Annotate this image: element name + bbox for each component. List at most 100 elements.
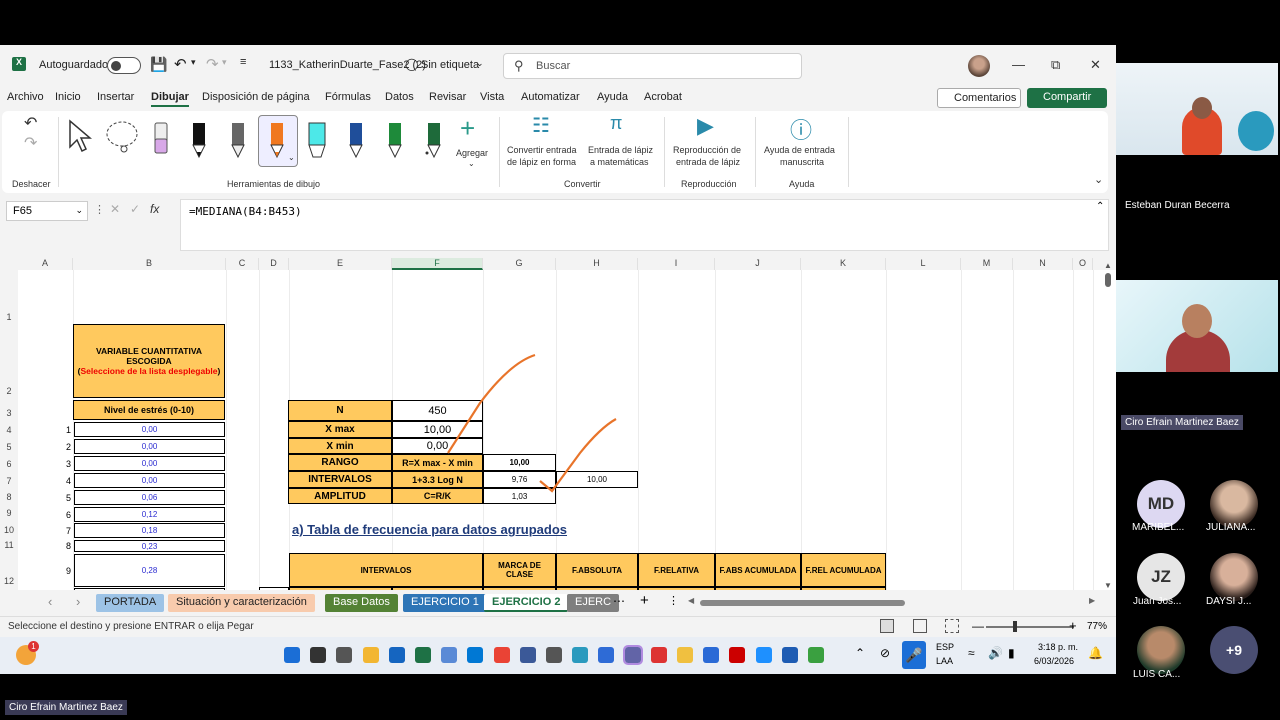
tab-inicio[interactable]: Inicio [55, 91, 81, 103]
lasso-select-icon[interactable] [104, 119, 140, 153]
value-cell[interactable]: 0,23 [74, 540, 225, 552]
app-icon[interactable] [441, 647, 458, 663]
file-name[interactable]: 1133_KatherinDuarte_Fase2 (2) [269, 59, 426, 71]
table-header-cell[interactable]: INTERVALOS [289, 553, 483, 587]
undo-icon[interactable]: ↶ [24, 113, 37, 133]
app-icon[interactable] [755, 647, 772, 663]
language-code[interactable]: ESP [936, 642, 954, 652]
row-header-12[interactable]: 12 [0, 576, 18, 588]
undo-dropdown-icon[interactable]: ▾ [191, 57, 196, 68]
row-index-cell[interactable]: 1 [18, 422, 73, 437]
more-icon[interactable]: ⋮ [668, 594, 679, 607]
column-header-a[interactable]: A [18, 258, 73, 270]
notifications-icon[interactable]: 🔔 [1088, 646, 1103, 660]
clock-time[interactable]: 3:18 p. m. [1038, 642, 1078, 652]
column-header-o[interactable]: O [1073, 258, 1093, 270]
redo-icon[interactable]: ↷ [24, 133, 37, 153]
chevron-down-icon[interactable]: ⌄ [476, 58, 484, 69]
eraser-icon[interactable] [150, 119, 172, 159]
sheet-tab[interactable]: EJERCICIO 2 [484, 594, 569, 612]
chevron-down-icon[interactable]: ⌄ [288, 153, 295, 162]
chevron-up-icon[interactable]: ⌃ [1096, 201, 1104, 212]
more-sheets-icon[interactable]: ⋯ [613, 594, 625, 608]
ink-to-math-label-1[interactable]: Entrada de lápiz [588, 145, 653, 155]
microphone-icon[interactable]: 🎤 [902, 641, 926, 669]
task-view-icon[interactable] [336, 647, 353, 663]
row-header-8[interactable]: 8 [0, 492, 18, 504]
tab-formulas[interactable]: Fórmulas [325, 91, 371, 103]
stat-label-cell[interactable]: INTERVALOS [288, 471, 392, 488]
variable-header-cell[interactable]: VARIABLE CUANTITATIVA ESCOGIDA (Seleccio… [73, 324, 225, 398]
column-header-j[interactable]: J [715, 258, 801, 270]
row-index-cell[interactable]: 9 [18, 554, 73, 587]
scroll-left-icon[interactable]: ◀ [688, 596, 694, 605]
more-icon[interactable]: ⋮ [94, 203, 105, 216]
sensitivity-label[interactable]: Sin etiqueta [421, 59, 479, 71]
ink-to-math-icon[interactable]: π [610, 113, 622, 134]
value-cell[interactable]: 0,00 [74, 439, 225, 454]
pen-green-icon[interactable] [384, 119, 406, 159]
row-header-4[interactable]: 4 [0, 425, 18, 437]
zoom-handle[interactable] [1013, 621, 1017, 632]
keyboard-layout[interactable]: LAA [936, 656, 953, 666]
vertical-scrollbar[interactable]: ▲ ▼ [1104, 261, 1112, 591]
row-header-9[interactable]: 9 [0, 508, 18, 520]
formula-input[interactable]: =MEDIANA(B4:B453) [180, 199, 1109, 251]
comments-button[interactable]: Comentarios [937, 88, 1021, 108]
sheet-tab[interactable]: EJERC [567, 594, 620, 612]
outlook-icon[interactable] [388, 647, 405, 663]
column-header-b[interactable]: B [73, 258, 226, 270]
zoom-in-icon[interactable]: + [1069, 618, 1077, 633]
app-icon[interactable] [703, 647, 720, 663]
table-header-cell[interactable]: MARCA DE CLASE [483, 553, 556, 587]
row-header-5[interactable]: 5 [0, 442, 18, 454]
sheet-tab[interactable]: EJERCICIO 1 [403, 594, 487, 612]
pen-galaxy-icon[interactable] [423, 119, 445, 159]
column-header-g[interactable]: G [483, 258, 556, 270]
undo-icon[interactable]: ↶ [174, 55, 187, 73]
insert-function-icon[interactable]: fx [150, 202, 159, 216]
row-header-2[interactable]: 2 [0, 386, 18, 398]
value-cell[interactable]: 0,00 [74, 473, 225, 488]
sheet-tab[interactable]: PORTADA [96, 594, 165, 612]
sheet-tab[interactable]: Base Datos [325, 594, 398, 612]
value-cell[interactable]: 0,18 [74, 523, 225, 538]
search-icon[interactable] [310, 647, 327, 663]
avatar-daysi[interactable] [1210, 553, 1258, 601]
column-header-f[interactable]: F [392, 258, 483, 270]
prev-sheet-icon[interactable]: ‹ [48, 594, 52, 609]
row-index-cell[interactable]: 8 [18, 540, 73, 552]
tab-ayuda[interactable]: Ayuda [597, 91, 628, 103]
ink-replay-icon[interactable]: ▶ [697, 113, 714, 139]
row-index-cell[interactable]: 4 [18, 473, 73, 488]
column-header-m[interactable]: M [961, 258, 1013, 270]
app-icon[interactable] [781, 647, 798, 663]
row-header-3[interactable]: 3 [0, 408, 18, 420]
normal-view-icon[interactable] [880, 619, 894, 633]
stat-label-cell[interactable]: AMPLITUD [288, 488, 392, 504]
tab-datos[interactable]: Datos [385, 91, 414, 103]
value-cell[interactable]: 0,06 [74, 490, 225, 505]
clock-date[interactable]: 6/03/2026 [1034, 656, 1074, 666]
stat-label-cell[interactable]: RANGO [288, 454, 392, 471]
spreadsheet-grid[interactable]: ABCDEFGHIJKLMNO 123456789101112131415 VA… [0, 258, 1116, 590]
row-header-6[interactable]: 6 [0, 459, 18, 471]
ink-replay-label-2[interactable]: entrada de lápiz [676, 157, 740, 167]
table-header-cell[interactable]: F.ABS ACUMULADA [715, 553, 801, 587]
chevron-down-icon[interactable]: ⌄ [75, 205, 83, 216]
ink-help-label-2[interactable]: manuscrita [780, 157, 824, 167]
confirm-icon[interactable]: ✓ [130, 202, 140, 216]
customize-icon[interactable]: ≡ [240, 56, 246, 68]
column-header-n[interactable]: N [1013, 258, 1073, 270]
more-participants-button[interactable]: +9 [1210, 626, 1258, 674]
column-header-e[interactable]: E [289, 258, 392, 270]
column-header-d[interactable]: D [259, 258, 289, 270]
zoom-slider[interactable] [986, 626, 1074, 628]
column-header-h[interactable]: H [556, 258, 638, 270]
user-avatar[interactable] [968, 55, 990, 77]
tab-revisar[interactable]: Revisar [429, 91, 466, 103]
help-icon[interactable]: ⓘ [790, 113, 812, 145]
tab-disposicion[interactable]: Disposición de página [202, 91, 310, 103]
redo-dropdown-icon[interactable]: ▾ [222, 57, 227, 68]
wifi-icon[interactable]: ≈ [968, 646, 975, 660]
